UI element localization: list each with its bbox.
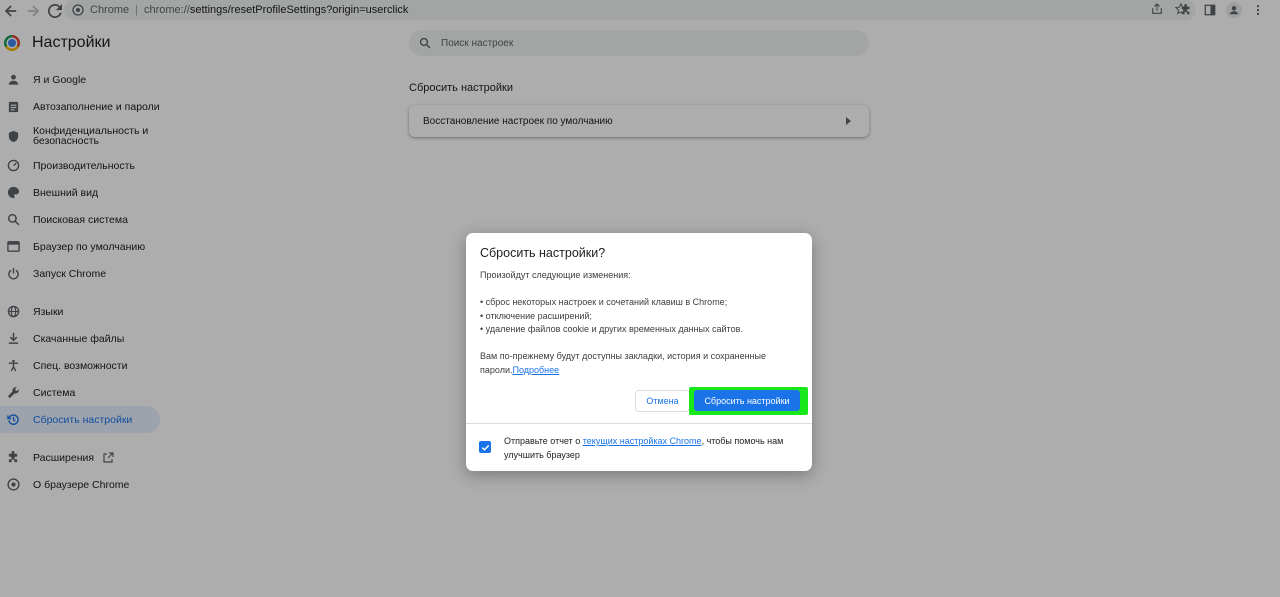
dialog-title: Сбросить настройки? (480, 246, 606, 260)
report-checkbox-label: Отправьте отчет о текущих настройках Chr… (504, 435, 794, 462)
cancel-button[interactable]: Отмена (635, 390, 690, 412)
dialog-intro: Произойдут следующие изменения: (480, 270, 631, 280)
learn-more-link[interactable]: Подробнее (512, 365, 559, 375)
dialog-bullets: • сброс некоторых настроек и сочетаний к… (480, 296, 800, 337)
reset-settings-button[interactable]: Сбросить настройки (694, 390, 800, 411)
dialog-divider (466, 423, 812, 424)
dialog-note-paragraph: Вам по-прежнему будут доступны закладки,… (480, 350, 800, 377)
dialog-bullet: • удаление файлов cookie и других времен… (480, 324, 743, 334)
report-checkbox[interactable] (479, 441, 491, 453)
reset-button-highlight: Сбросить настройки (689, 387, 808, 415)
current-settings-link[interactable]: текущих настройках Chrome (583, 436, 702, 446)
reset-dialog: Сбросить настройки? Произойдут следующие… (466, 233, 812, 471)
dialog-bullet: • отключение расширений; (480, 310, 592, 321)
dialog-body: Произойдут следующие изменения: • сброс … (480, 269, 800, 377)
dialog-bullet: • сброс некоторых настроек и сочетаний к… (480, 297, 728, 307)
report-prefix: Отправьте отчет о (504, 436, 583, 446)
checkmark-icon (481, 444, 489, 451)
